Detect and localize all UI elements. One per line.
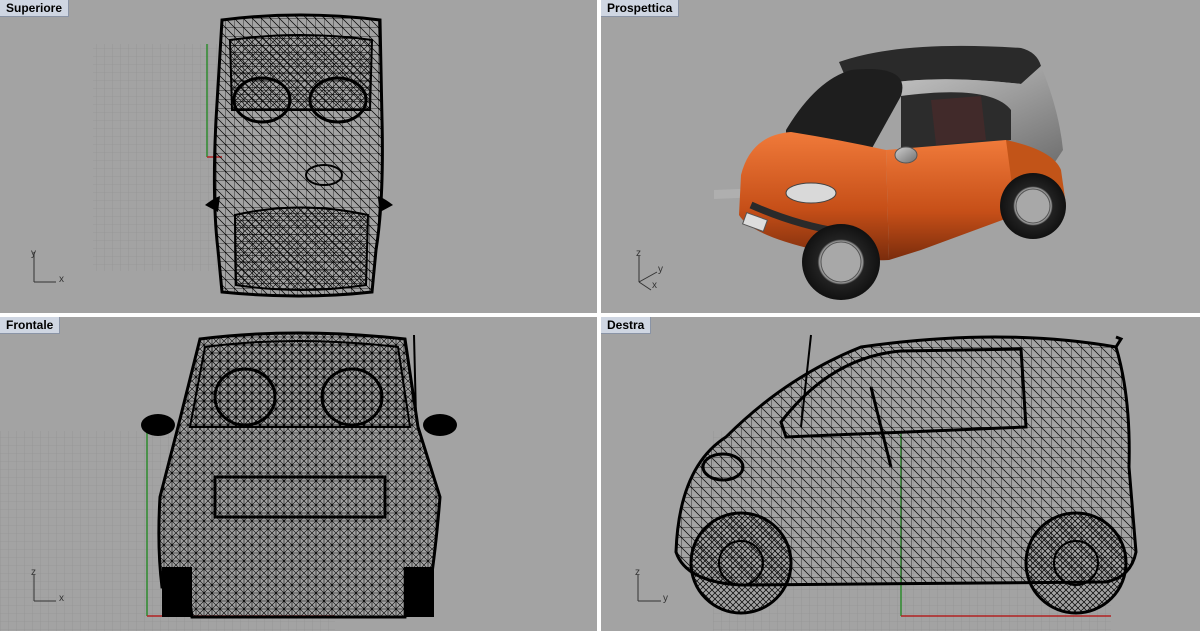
car-rendered[interactable] (739, 45, 1066, 300)
front-view-scene (0, 331, 457, 631)
axis-label-z: z (31, 567, 36, 578)
axis-label-y: y (663, 593, 668, 604)
axis-label-y: y (31, 248, 36, 259)
axis-label-x: x (59, 593, 64, 604)
axis-label-y: y (658, 264, 663, 275)
axis-label-z: z (636, 248, 641, 259)
viewport-title-top[interactable]: Superiore (0, 0, 70, 17)
viewport-title-front[interactable]: Frontale (0, 317, 61, 334)
viewport-title-perspective[interactable]: Prospettica (601, 0, 680, 17)
axis-label-z: z (635, 567, 640, 578)
car-wireframe-top[interactable] (205, 13, 393, 298)
axis-label-x: x (59, 274, 64, 285)
right-view-scene (637, 334, 1138, 631)
viewport-front[interactable]: Frontale z x (0, 317, 597, 631)
axis-label-x: x (652, 280, 657, 291)
car-wireframe-front[interactable] (141, 331, 457, 619)
perspective-scene (638, 45, 1066, 300)
viewport-perspective[interactable]: Prospettica z y x (601, 0, 1200, 313)
construction-grid (93, 44, 223, 271)
viewport-title-right[interactable]: Destra (601, 317, 652, 334)
viewport-top[interactable]: Superiore y x (0, 0, 597, 313)
car-wireframe-side[interactable] (674, 334, 1138, 615)
top-view-scene (33, 13, 393, 298)
viewport-right[interactable]: Destra z y (601, 317, 1200, 631)
